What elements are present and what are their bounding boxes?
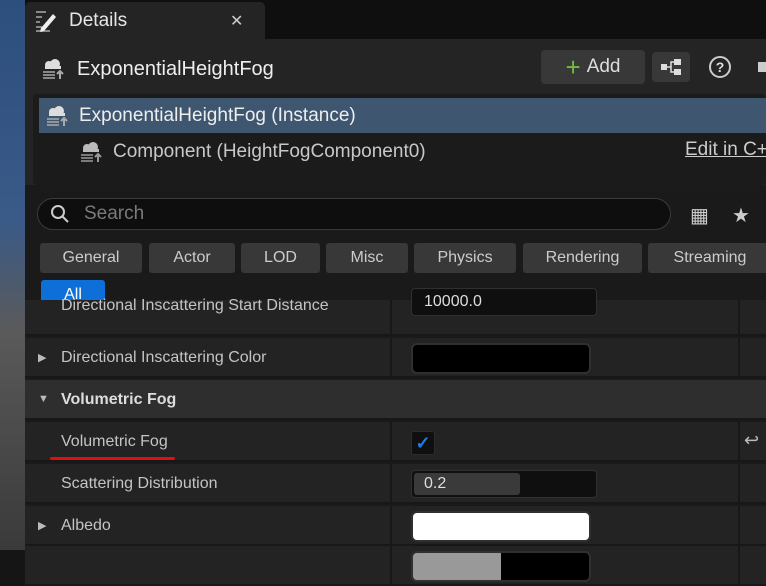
category-volumetric-fog[interactable]: ▼ Volumetric Fog: [25, 380, 766, 420]
filter-lod[interactable]: LOD: [241, 243, 320, 273]
collapse-arrow-icon[interactable]: ▼: [38, 393, 49, 405]
fog-icon: [47, 105, 68, 126]
add-label: Add: [586, 56, 621, 77]
actor-title: ExponentialHeightFog: [41, 57, 274, 81]
component-tree: ExponentialHeightFog (Instance) Componen…: [33, 94, 766, 185]
search-input[interactable]: [84, 203, 584, 225]
fog-icon: [81, 142, 102, 162]
value: 10000.0: [424, 293, 482, 310]
property-row-inscattering-color: ▶ Directional Inscattering Color: [25, 338, 766, 378]
color-swatch[interactable]: [411, 551, 591, 582]
actor-name: ExponentialHeightFog: [77, 57, 274, 80]
blueprint-button[interactable]: [652, 52, 690, 82]
property-row-scattering-distribution: Scattering Distribution 0.2: [25, 464, 766, 504]
filter-streaming[interactable]: Streaming: [648, 243, 766, 273]
tree-item-instance[interactable]: ExponentialHeightFog (Instance): [39, 98, 766, 133]
filter-misc[interactable]: Misc: [326, 243, 408, 273]
property-row-albedo: ▶ Albedo: [25, 506, 766, 546]
filter-physics[interactable]: Physics: [414, 243, 516, 273]
edit-in-cpp-link[interactable]: Edit in C++: [685, 139, 766, 161]
favorites-star-icon[interactable]: ★: [732, 203, 750, 228]
search-box[interactable]: [37, 198, 671, 230]
albedo-color-swatch[interactable]: [411, 511, 591, 542]
property-label: Directional Inscattering Start Distance: [61, 297, 329, 314]
reset-to-default-icon[interactable]: ↩: [744, 430, 759, 451]
details-panel: Details ✕ ExponentialHeightFog + Add ? Ex…: [25, 0, 766, 586]
inscattering-color-swatch[interactable]: [411, 343, 591, 374]
instance-label: ExponentialHeightFog (Instance): [79, 104, 356, 126]
filter-general[interactable]: General: [40, 243, 142, 273]
property-label: Albedo: [61, 517, 111, 534]
property-label: Scattering Distribution: [61, 475, 218, 492]
tab-title: Details: [69, 9, 128, 31]
add-component-button[interactable]: + Add: [541, 50, 645, 84]
property-label: Volumetric Fog: [61, 433, 168, 450]
tab-details[interactable]: Details ✕: [25, 2, 265, 39]
search-icon: [51, 205, 69, 223]
blueprint-hierarchy-icon: [661, 59, 681, 75]
help-icon[interactable]: ?: [709, 56, 731, 78]
value: 0.2: [424, 475, 447, 492]
property-label: Directional Inscattering Color: [61, 349, 267, 366]
expand-arrow-icon[interactable]: ▶: [38, 519, 46, 532]
scattering-distribution-slider[interactable]: 0.2: [411, 470, 597, 498]
property-row-next: [25, 546, 766, 586]
filter-actor[interactable]: Actor: [149, 243, 235, 273]
filter-rendering[interactable]: Rendering: [523, 243, 642, 273]
property-row-start-distance: Directional Inscattering Start Distance …: [25, 288, 766, 336]
start-distance-input[interactable]: 10000.0: [411, 288, 597, 316]
tree-item-component[interactable]: Component (HeightFogComponent0): [79, 134, 426, 170]
component-label: Component (HeightFogComponent0): [113, 141, 426, 162]
expand-arrow-icon[interactable]: ▶: [38, 351, 46, 364]
details-pencil-icon: [36, 10, 56, 32]
red-underline-annotation: [50, 457, 175, 460]
plus-icon: +: [565, 52, 581, 82]
details-header: ExponentialHeightFog + Add ? ExponentialH…: [25, 39, 766, 185]
volumetric-fog-checkbox[interactable]: ✓: [411, 431, 435, 455]
tab-bar: Details ✕: [25, 0, 766, 39]
fog-icon: [43, 59, 64, 79]
more-icon[interactable]: [758, 62, 766, 72]
property-matrix-icon[interactable]: ▦: [690, 203, 709, 228]
property-row-volumetric-fog: Volumetric Fog ✓ ↩: [25, 422, 766, 462]
category-label: Volumetric Fog: [61, 391, 177, 408]
close-icon[interactable]: ✕: [230, 11, 243, 31]
viewport-edge: [0, 0, 25, 550]
